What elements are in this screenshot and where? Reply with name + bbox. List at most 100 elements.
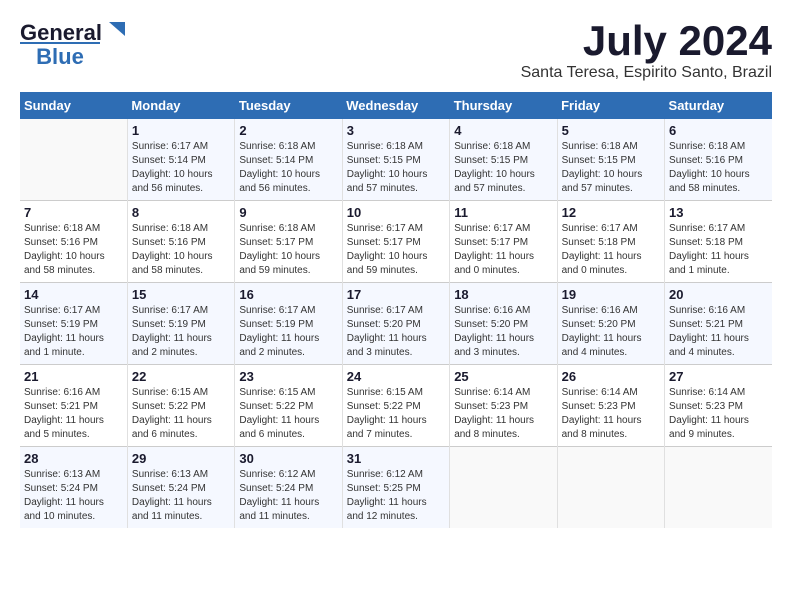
- calendar-week-row: 7 Sunrise: 6:18 AM Sunset: 5:16 PM Daylig…: [20, 201, 772, 283]
- calendar-cell: 19 Sunrise: 6:16 AM Sunset: 5:20 PM Dayli…: [557, 283, 664, 365]
- weekday-header-monday: Monday: [127, 92, 234, 119]
- day-number: 26: [562, 369, 660, 384]
- calendar-cell: 30 Sunrise: 6:12 AM Sunset: 5:24 PM Dayli…: [235, 447, 342, 529]
- day-number: 20: [669, 287, 768, 302]
- calendar-cell: 2Sunrise: 6:18 AM Sunset: 5:14 PM Daylig…: [235, 119, 342, 201]
- day-info: Sunrise: 6:17 AM Sunset: 5:17 PM Dayligh…: [454, 222, 552, 278]
- day-number: 30: [239, 451, 337, 466]
- day-number: 9: [239, 205, 337, 220]
- day-number: 24: [347, 369, 445, 384]
- calendar-week-row: 21 Sunrise: 6:16 AM Sunset: 5:21 PM Dayli…: [20, 365, 772, 447]
- calendar-cell: 24Sunrise: 6:15 AM Sunset: 5:22 PM Dayli…: [342, 365, 449, 447]
- header: General Blue July 2024 Santa Teresa, Esp…: [20, 20, 772, 82]
- weekday-header-saturday: Saturday: [665, 92, 772, 119]
- day-number: 15: [132, 287, 230, 302]
- day-info: Sunrise: 6:14 AM Sunset: 5:23 PM Dayligh…: [669, 386, 768, 442]
- calendar-cell: 1Sunrise: 6:17 AM Sunset: 5:14 PM Daylig…: [127, 119, 234, 201]
- day-info: Sunrise: 6:12 AM Sunset: 5:24 PM Dayligh…: [239, 468, 337, 524]
- calendar-cell: [450, 447, 557, 529]
- day-info: Sunrise: 6:17 AM Sunset: 5:18 PM Dayligh…: [669, 222, 768, 278]
- calendar-cell: 28 Sunrise: 6:13 AM Sunset: 5:24 PM Dayli…: [20, 447, 127, 529]
- day-info: Sunrise: 6:16 AM Sunset: 5:21 PM Dayligh…: [669, 304, 768, 360]
- day-info: Sunrise: 6:17 AM Sunset: 5:19 PM Dayligh…: [132, 304, 230, 360]
- calendar-cell: [557, 447, 664, 529]
- weekday-header-sunday: Sunday: [20, 92, 127, 119]
- day-number: 12: [562, 205, 660, 220]
- calendar-cell: 4 Sunrise: 6:18 AM Sunset: 5:15 PM Daylig…: [450, 119, 557, 201]
- calendar-week-row: 1Sunrise: 6:17 AM Sunset: 5:14 PM Daylig…: [20, 119, 772, 201]
- calendar-week-row: 28 Sunrise: 6:13 AM Sunset: 5:24 PM Dayli…: [20, 447, 772, 529]
- day-info: Sunrise: 6:16 AM Sunset: 5:20 PM Dayligh…: [562, 304, 660, 360]
- calendar-cell: [665, 447, 772, 529]
- calendar-cell: [20, 119, 127, 201]
- day-number: 18: [454, 287, 552, 302]
- calendar-cell: 14 Sunrise: 6:17 AM Sunset: 5:19 PM Dayli…: [20, 283, 127, 365]
- calendar-cell: 25Sunrise: 6:14 AM Sunset: 5:23 PM Dayli…: [450, 365, 557, 447]
- logo-arrow-icon: [105, 18, 127, 40]
- day-info: Sunrise: 6:17 AM Sunset: 5:20 PM Dayligh…: [347, 304, 445, 360]
- day-info: Sunrise: 6:18 AM Sunset: 5:16 PM Dayligh…: [132, 222, 230, 278]
- calendar-week-row: 14 Sunrise: 6:17 AM Sunset: 5:19 PM Dayli…: [20, 283, 772, 365]
- day-number: 10: [347, 205, 445, 220]
- calendar-cell: 5 Sunrise: 6:18 AM Sunset: 5:15 PM Daylig…: [557, 119, 664, 201]
- weekday-header-tuesday: Tuesday: [235, 92, 342, 119]
- day-number: 2: [239, 123, 337, 138]
- day-number: 3: [347, 123, 445, 138]
- calendar-title: July 2024: [521, 20, 772, 62]
- weekday-header-thursday: Thursday: [450, 92, 557, 119]
- day-number: 7: [24, 205, 123, 220]
- day-number: 22: [132, 369, 230, 384]
- day-number: 27: [669, 369, 768, 384]
- calendar-cell: 7 Sunrise: 6:18 AM Sunset: 5:16 PM Daylig…: [20, 201, 127, 283]
- day-info: Sunrise: 6:16 AM Sunset: 5:21 PM Dayligh…: [24, 386, 123, 442]
- day-number: 28: [24, 451, 123, 466]
- day-info: Sunrise: 6:13 AM Sunset: 5:24 PM Dayligh…: [24, 468, 123, 524]
- logo-blue: Blue: [20, 42, 100, 70]
- day-info: Sunrise: 6:17 AM Sunset: 5:19 PM Dayligh…: [24, 304, 123, 360]
- day-number: 31: [347, 451, 445, 466]
- day-number: 16: [239, 287, 337, 302]
- calendar-cell: 23Sunrise: 6:15 AM Sunset: 5:22 PM Dayli…: [235, 365, 342, 447]
- day-number: 13: [669, 205, 768, 220]
- day-info: Sunrise: 6:18 AM Sunset: 5:16 PM Dayligh…: [24, 222, 123, 278]
- day-number: 6: [669, 123, 768, 138]
- calendar-cell: 8 Sunrise: 6:18 AM Sunset: 5:16 PM Daylig…: [127, 201, 234, 283]
- calendar-cell: 13 Sunrise: 6:17 AM Sunset: 5:18 PM Dayli…: [665, 201, 772, 283]
- day-number: 14: [24, 287, 123, 302]
- calendar-cell: 6Sunrise: 6:18 AM Sunset: 5:16 PM Daylig…: [665, 119, 772, 201]
- day-number: 19: [562, 287, 660, 302]
- calendar-cell: 31Sunrise: 6:12 AM Sunset: 5:25 PM Dayli…: [342, 447, 449, 529]
- calendar-cell: 12 Sunrise: 6:17 AM Sunset: 5:18 PM Dayli…: [557, 201, 664, 283]
- day-number: 17: [347, 287, 445, 302]
- day-info: Sunrise: 6:18 AM Sunset: 5:15 PM Dayligh…: [562, 140, 660, 196]
- day-number: 11: [454, 205, 552, 220]
- weekday-header-wednesday: Wednesday: [342, 92, 449, 119]
- day-number: 23: [239, 369, 337, 384]
- calendar-cell: 29Sunrise: 6:13 AM Sunset: 5:24 PM Dayli…: [127, 447, 234, 529]
- day-info: Sunrise: 6:17 AM Sunset: 5:14 PM Dayligh…: [132, 140, 230, 196]
- calendar-cell: 11 Sunrise: 6:17 AM Sunset: 5:17 PM Dayli…: [450, 201, 557, 283]
- calendar-cell: 20 Sunrise: 6:16 AM Sunset: 5:21 PM Dayli…: [665, 283, 772, 365]
- day-info: Sunrise: 6:15 AM Sunset: 5:22 PM Dayligh…: [132, 386, 230, 442]
- day-info: Sunrise: 6:14 AM Sunset: 5:23 PM Dayligh…: [562, 386, 660, 442]
- day-info: Sunrise: 6:18 AM Sunset: 5:17 PM Dayligh…: [239, 222, 337, 278]
- day-info: Sunrise: 6:18 AM Sunset: 5:15 PM Dayligh…: [454, 140, 552, 196]
- day-info: Sunrise: 6:18 AM Sunset: 5:15 PM Dayligh…: [347, 140, 445, 196]
- day-number: 25: [454, 369, 552, 384]
- day-number: 8: [132, 205, 230, 220]
- calendar-subtitle: Santa Teresa, Espirito Santo, Brazil: [521, 64, 772, 82]
- day-info: Sunrise: 6:17 AM Sunset: 5:17 PM Dayligh…: [347, 222, 445, 278]
- calendar-cell: 15 Sunrise: 6:17 AM Sunset: 5:19 PM Dayli…: [127, 283, 234, 365]
- day-number: 21: [24, 369, 123, 384]
- calendar-cell: 27 Sunrise: 6:14 AM Sunset: 5:23 PM Dayli…: [665, 365, 772, 447]
- day-number: 4: [454, 123, 552, 138]
- day-info: Sunrise: 6:17 AM Sunset: 5:18 PM Dayligh…: [562, 222, 660, 278]
- calendar-cell: 18Sunrise: 6:16 AM Sunset: 5:20 PM Dayli…: [450, 283, 557, 365]
- weekday-header-friday: Friday: [557, 92, 664, 119]
- day-number: 5: [562, 123, 660, 138]
- calendar-cell: 10 Sunrise: 6:17 AM Sunset: 5:17 PM Dayli…: [342, 201, 449, 283]
- calendar-cell: 21 Sunrise: 6:16 AM Sunset: 5:21 PM Dayli…: [20, 365, 127, 447]
- calendar-cell: 22 Sunrise: 6:15 AM Sunset: 5:22 PM Dayli…: [127, 365, 234, 447]
- calendar-cell: 26 Sunrise: 6:14 AM Sunset: 5:23 PM Dayli…: [557, 365, 664, 447]
- day-info: Sunrise: 6:13 AM Sunset: 5:24 PM Dayligh…: [132, 468, 230, 524]
